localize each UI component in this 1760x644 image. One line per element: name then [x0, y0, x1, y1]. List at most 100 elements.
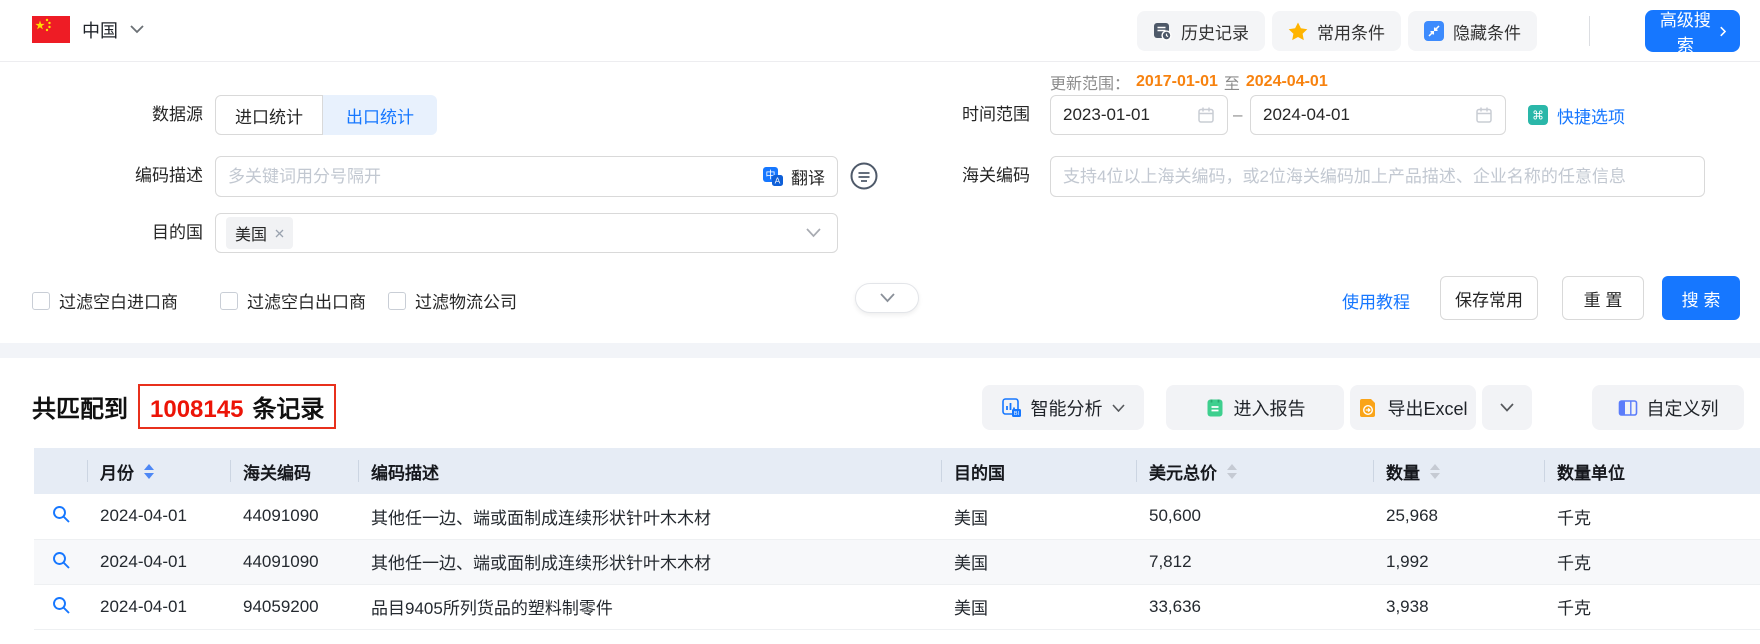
filter-blank-importer-checkbox[interactable]: 过滤空白进口商: [32, 288, 178, 313]
date-range-dash: –: [1233, 105, 1243, 124]
hide-conditions-button[interactable]: 隐藏条件: [1408, 11, 1537, 51]
checkbox-box[interactable]: [388, 291, 406, 310]
cell-code-desc: 其他任一边、端或面制成连续形状针叶木木材: [359, 539, 942, 585]
code-desc-input[interactable]: 中 A 翻译: [215, 156, 838, 197]
count-suffix: 条记录: [252, 396, 325, 423]
circle-lines-icon[interactable]: [849, 161, 879, 191]
data-source-segmented: 进口统计 出口统计: [215, 95, 437, 135]
header-quantity-unit: 数量单位: [1545, 448, 1760, 494]
header-month-label: 月份: [100, 463, 134, 483]
quick-options-link[interactable]: ⌘ 快捷选项: [1528, 95, 1625, 135]
enter-report-button[interactable]: 进入报告: [1166, 385, 1344, 430]
translate-icon: 中 A: [763, 166, 783, 186]
header-usd-total: 美元总价: [1137, 448, 1374, 494]
smart-analysis-label: 智能分析: [1030, 398, 1103, 419]
tag-close-icon[interactable]: [275, 229, 284, 238]
advanced-search-button[interactable]: 高级搜索: [1645, 10, 1740, 55]
results-table: 月份 海关编码 编码描述 目的国 美元总价 数量 数量单位 2024-04-01…: [34, 448, 1760, 630]
time-range-label: 时间范围: [962, 105, 1030, 124]
country-selector[interactable]: 中国: [32, 16, 144, 43]
dest-country-label: 目的国: [152, 223, 203, 242]
export-file-icon: [1360, 398, 1376, 417]
columns-icon: [1618, 399, 1637, 416]
country-tag: 美国: [226, 217, 294, 249]
cell-quantity: 3,938: [1374, 584, 1545, 630]
update-range-label: 更新范围：: [1050, 76, 1131, 93]
table-header: 月份 海关编码 编码描述 目的国 美元总价 数量 数量单位: [34, 448, 1760, 494]
smart-analysis-button[interactable]: BI 智能分析: [982, 385, 1144, 430]
history-label: 历史记录: [1181, 23, 1249, 43]
country-tag-label: 美国: [235, 227, 268, 244]
search-button[interactable]: 搜 索: [1662, 276, 1740, 320]
view-detail-button[interactable]: [48, 547, 75, 577]
cell-quantity: 25,968: [1374, 494, 1545, 540]
sort-quantity-icon[interactable]: [1430, 463, 1440, 479]
header-code-desc: 编码描述: [359, 448, 942, 494]
cell-dest-country: 美国: [942, 494, 1137, 540]
sort-month-icon[interactable]: [144, 463, 154, 479]
code-desc-field[interactable]: [228, 166, 763, 187]
row-detail-cell: [34, 494, 88, 540]
save-favorite-button[interactable]: 保存常用: [1440, 276, 1538, 320]
cell-quantity-unit: 千克: [1545, 494, 1760, 540]
section-separator: [0, 343, 1760, 358]
data-source-label: 数据源: [152, 105, 203, 124]
hide-conditions-label: 隐藏条件: [1453, 23, 1521, 43]
end-date-field[interactable]: [1263, 105, 1475, 125]
cell-dest-country: 美国: [942, 539, 1137, 585]
dest-country-select[interactable]: 美国: [215, 213, 838, 253]
reset-button[interactable]: 重 置: [1562, 276, 1644, 320]
import-stats-option[interactable]: 进口统计: [215, 95, 323, 135]
export-stats-option[interactable]: 出口统计: [323, 95, 437, 135]
topbar-divider: [1589, 16, 1590, 46]
cell-quantity-unit: 千克: [1545, 539, 1760, 585]
sort-usd-icon[interactable]: [1227, 463, 1237, 479]
history-icon: [1154, 22, 1172, 41]
tutorial-link[interactable]: 使用教程: [1342, 288, 1410, 313]
hs-code-input[interactable]: [1050, 156, 1705, 197]
history-button[interactable]: 历史记录: [1137, 11, 1265, 51]
calendar-icon[interactable]: [1197, 106, 1215, 124]
table-row: 2024-04-01 44091090 其他任一边、端或面制成连续形状针叶木木材…: [34, 539, 1760, 585]
export-options-button[interactable]: [1482, 385, 1532, 430]
match-count: 共匹配到 1008145 条记录: [32, 384, 337, 429]
start-date-input[interactable]: [1050, 95, 1228, 135]
start-date-field[interactable]: [1063, 105, 1197, 125]
favorites-label: 常用条件: [1317, 23, 1385, 43]
filter-blank-exporter-checkbox[interactable]: 过滤空白出口商: [220, 288, 366, 313]
cell-code-desc: 品目9405所列货品的塑料制零件: [359, 584, 942, 630]
hs-code-field[interactable]: [1063, 166, 1692, 187]
header-hs-code: 海关编码: [231, 448, 359, 494]
chevron-down-icon: [806, 228, 821, 238]
checkbox-box[interactable]: [32, 291, 50, 310]
view-detail-button[interactable]: [48, 501, 75, 531]
cell-hs-code: 94059200: [231, 584, 359, 630]
header-detail-column: [34, 448, 88, 494]
header-month: 月份: [88, 448, 231, 494]
cell-usd-total: 7,812: [1137, 539, 1374, 585]
table-row: 2024-04-01 94059200 品目9405所列货品的塑料制零件 美国 …: [34, 584, 1760, 630]
collapse-icon: [1424, 21, 1444, 41]
update-range-end: 2024-04-01: [1245, 73, 1328, 90]
view-detail-button[interactable]: [48, 592, 75, 622]
cell-quantity-unit: 千克: [1545, 584, 1760, 630]
translate-button[interactable]: 中 A 翻译: [763, 164, 825, 189]
header-quantity: 数量: [1374, 448, 1545, 494]
filter-logistics-checkbox[interactable]: 过滤物流公司: [388, 288, 517, 313]
count-prefix: 共匹配到: [32, 396, 128, 423]
cell-hs-code: 44091090: [231, 539, 359, 585]
cell-month: 2024-04-01: [88, 539, 231, 585]
filter-blank-importer-label: 过滤空白进口商: [59, 293, 178, 312]
calendar-icon[interactable]: [1475, 106, 1493, 124]
table-row: 2024-04-01 44091090 其他任一边、端或面制成连续形状针叶木木材…: [34, 494, 1760, 540]
checkbox-box[interactable]: [220, 291, 238, 310]
custom-columns-button[interactable]: 自定义列: [1592, 385, 1744, 430]
magnifier-icon: [52, 551, 70, 569]
custom-columns-label: 自定义列: [1646, 398, 1719, 419]
end-date-input[interactable]: [1250, 95, 1506, 135]
chevron-down-icon: [879, 293, 895, 303]
favorites-button[interactable]: 常用条件: [1272, 11, 1401, 51]
expand-conditions-button[interactable]: [855, 283, 919, 313]
row-detail-cell: [34, 539, 88, 585]
export-excel-button[interactable]: 导出Excel: [1350, 385, 1476, 430]
